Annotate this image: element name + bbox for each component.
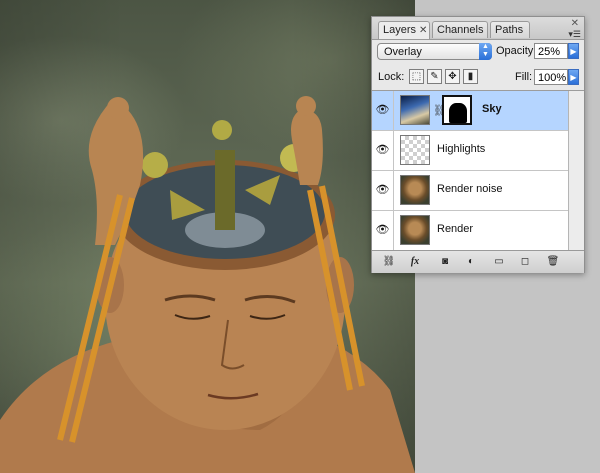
lock-position-icon[interactable]: ✥ [445, 69, 460, 84]
layer-thumbnail [400, 95, 430, 125]
layer-mask-thumbnail[interactable] [442, 95, 472, 125]
brass-ball-top [212, 120, 232, 140]
machine-shaft [215, 150, 235, 230]
layer-thumbnail [400, 215, 430, 245]
mask-shape [449, 103, 467, 123]
chevron-updown-icon[interactable]: ▲ ▼ [479, 43, 492, 60]
tab-paths[interactable]: Paths [490, 21, 530, 38]
panel-tabs: Layers ✕ Channels Paths ✕ ▾☰ [372, 17, 584, 40]
tab-paths-label: Paths [495, 24, 524, 36]
layers-scrollbar[interactable] [568, 91, 584, 251]
eye-icon[interactable]: 👁 [372, 211, 394, 250]
figure-left-head [107, 97, 129, 119]
figure-right-head [296, 96, 316, 116]
layer-row-sky[interactable]: 👁 ⛓ Sky [372, 91, 568, 131]
close-icon[interactable]: ✕ [419, 25, 427, 36]
brass-ball-left [142, 152, 168, 178]
layers-panel[interactable]: Layers ✕ Channels Paths ✕ ▾☰ Overlay ▲ ▼ O… [371, 16, 585, 273]
fill-label: Fill: [515, 71, 533, 83]
layer-name: Sky [482, 103, 502, 115]
lock-label: Lock: [378, 71, 405, 83]
folder-icon[interactable]: ▭ [490, 254, 508, 269]
tab-channels[interactable]: Channels [432, 21, 488, 38]
artwork-illustration [0, 96, 415, 473]
layers-toolbar: ⛓ fx ◙ ◐ ▭ ◻ 🗑 [372, 250, 584, 273]
blend-mode-select[interactable]: Overlay ▲ ▼ [377, 43, 492, 60]
fill-field[interactable]: 100% [534, 69, 568, 85]
trash-icon[interactable]: 🗑 [544, 254, 562, 269]
eye-icon[interactable]: 👁 [372, 171, 394, 210]
blend-mode-value: Overlay [384, 46, 422, 58]
link-icon[interactable]: ⛓ [380, 254, 398, 269]
tab-layers[interactable]: Layers ✕ [378, 21, 430, 39]
layer-row-render-noise[interactable]: 👁 Render noise [372, 171, 568, 211]
fx-icon[interactable]: fx [406, 254, 424, 269]
eye-icon[interactable]: 👁 [372, 131, 394, 170]
fill-arrow-icon[interactable]: ▶ [568, 69, 579, 85]
layer-thumbnail [400, 175, 430, 205]
opacity-field[interactable]: 25% [534, 43, 568, 59]
layer-name: Highlights [437, 143, 486, 155]
layers-list: 👁 ⛓ Sky 👁 Highlights 👁 Render noise 👁 Re… [372, 90, 584, 251]
eye-icon[interactable]: 👁 [372, 91, 394, 130]
layer-row-render[interactable]: 👁 Render [372, 211, 568, 251]
lock-all-icon[interactable]: ▮ [463, 69, 478, 84]
tab-channels-label: Channels [437, 24, 484, 36]
tab-layers-label: Layers [383, 24, 417, 36]
fx-label: fx [410, 256, 420, 267]
new-layer-icon[interactable]: ◻ [516, 254, 534, 269]
layer-row-highlights[interactable]: 👁 Highlights [372, 131, 568, 171]
opacity-label: Opacity: [496, 45, 537, 57]
mask-icon[interactable]: ◙ [436, 254, 454, 269]
lock-transparency-icon[interactable]: ⬚ [409, 69, 424, 84]
layer-name: Render [437, 223, 474, 235]
opacity-arrow-icon[interactable]: ▶ [568, 43, 579, 59]
lock-paint-icon[interactable]: ✎ [427, 69, 442, 84]
adjustment-icon[interactable]: ◐ [462, 254, 480, 269]
layer-name: Render noise [437, 183, 503, 195]
panel-menu-icon[interactable]: ▾☰ [568, 29, 581, 40]
panel-close-icon[interactable]: ✕ [571, 18, 579, 29]
layer-thumbnail [400, 135, 430, 165]
